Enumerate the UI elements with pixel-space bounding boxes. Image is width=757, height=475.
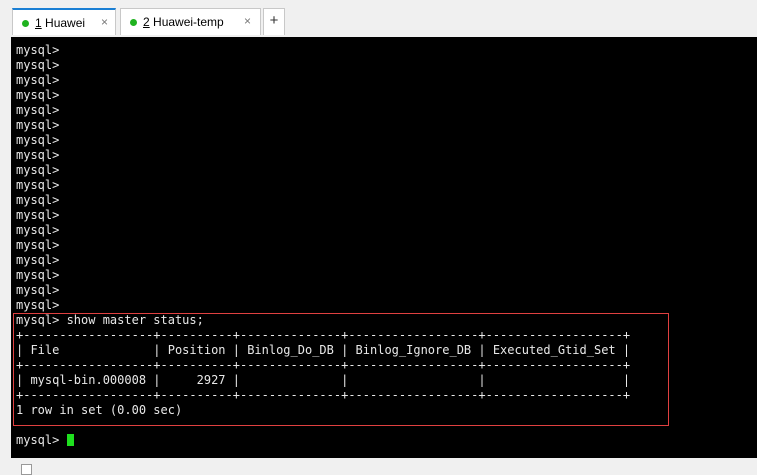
prompt-line: mysql> bbox=[16, 163, 60, 177]
terminal-cursor bbox=[66, 434, 74, 446]
prompt-line: mysql> bbox=[16, 268, 60, 282]
session-status-icon bbox=[22, 20, 29, 27]
tab-bar: 1 Huawei × 2 Huawei-temp × + bbox=[0, 0, 757, 37]
prompt-line: mysql> bbox=[16, 238, 60, 252]
prompt-line: mysql> bbox=[16, 58, 60, 72]
new-tab-button[interactable]: + bbox=[263, 8, 285, 35]
prompt-line: mysql> bbox=[16, 283, 60, 297]
prompt-line: mysql> bbox=[16, 253, 60, 267]
prompt-line: mysql> bbox=[16, 103, 60, 117]
session-status-icon bbox=[130, 19, 137, 26]
result-highlight-box bbox=[13, 313, 669, 426]
prompt-line: mysql> bbox=[16, 178, 60, 192]
prompt-line: mysql> bbox=[16, 298, 60, 312]
prompt-text: mysql> bbox=[16, 433, 67, 447]
prompt-line: mysql> bbox=[16, 208, 60, 222]
prompt-line: mysql> bbox=[16, 88, 60, 102]
prompt-line: mysql> bbox=[16, 43, 60, 57]
tab-huawei-temp[interactable]: 2 Huawei-temp × bbox=[120, 8, 261, 35]
prompt-line: mysql> bbox=[16, 133, 60, 147]
close-icon[interactable]: × bbox=[244, 14, 251, 28]
tab-label: 2 Huawei-temp bbox=[143, 15, 224, 29]
prompt-line: mysql> bbox=[16, 73, 60, 87]
prompt-line: mysql> bbox=[16, 148, 60, 162]
prompt-line: mysql> bbox=[16, 223, 60, 237]
tab-label: 1 Huawei bbox=[35, 16, 86, 30]
left-strip bbox=[0, 0, 10, 470]
final-prompt-line[interactable]: mysql> bbox=[16, 433, 74, 448]
close-icon[interactable]: × bbox=[101, 15, 108, 29]
prompt-line: mysql> bbox=[16, 193, 60, 207]
tab-huawei[interactable]: 1 Huawei × bbox=[12, 8, 116, 35]
prompt-line: mysql> bbox=[16, 118, 60, 132]
status-bar bbox=[11, 458, 757, 475]
